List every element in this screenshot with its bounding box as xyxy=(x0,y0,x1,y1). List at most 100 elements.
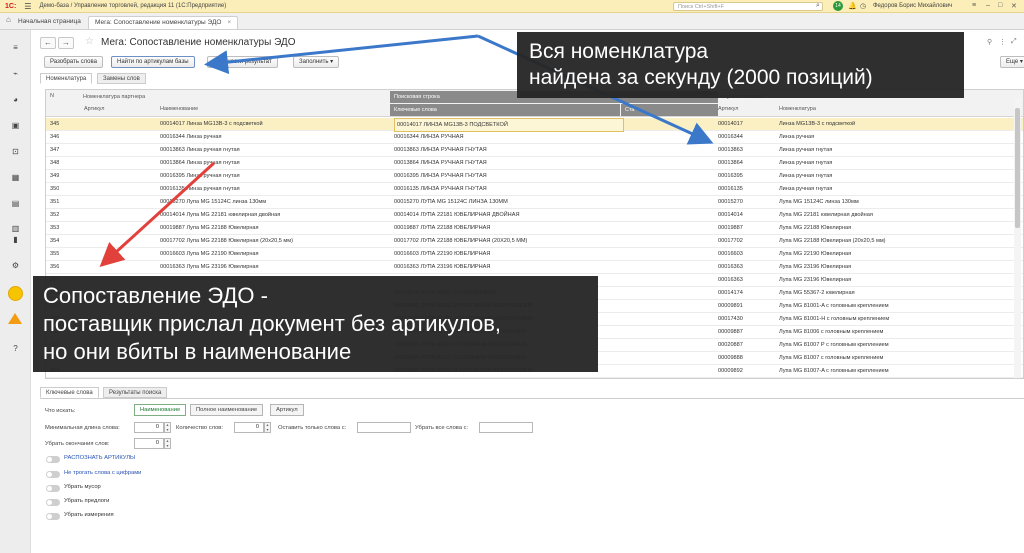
cell-article: 00016395 xyxy=(718,173,743,179)
remove-endings-input[interactable]: 0 xyxy=(134,438,164,449)
user-name[interactable]: Федоров Борис Михайлович xyxy=(873,3,952,9)
link-icon[interactable]: ⚲ xyxy=(987,38,992,46)
col-status-header[interactable]: Ста xyxy=(621,104,718,116)
bell-icon[interactable]: 🔔 xyxy=(848,2,857,10)
cell-article: 00017430 xyxy=(718,316,743,322)
col-keywords-header[interactable]: Ключевые слова xyxy=(390,104,620,116)
search-icon[interactable]: ⌕ xyxy=(816,2,820,10)
table-row[interactable]: 351 00015270 Лупа MG 15124C линза 130мм 00… xyxy=(46,196,1023,209)
min-word-length-stepper[interactable]: ▴ ▾ xyxy=(164,422,171,433)
tab-keywords[interactable]: Ключевые слова xyxy=(40,387,99,398)
yellow-circle-icon[interactable] xyxy=(8,286,23,301)
table-row[interactable]: 356 00016363 Лупа MG 23196 Ювелирная 00016… xyxy=(46,261,1023,274)
keep-digit-words-toggle[interactable] xyxy=(46,471,60,478)
table-row[interactable]: 347 00013863 Линза ручная гнутая 00013863 … xyxy=(46,144,1023,157)
remove-units-toggle[interactable] xyxy=(46,513,60,520)
col-result-article-header[interactable]: Артикул xyxy=(718,105,739,114)
cell-nomenclature: Лупа MG 15124C линза 130мм xyxy=(779,199,859,205)
global-search-input[interactable]: Поиск Ctrl+Shift+F xyxy=(673,2,823,11)
remove-all-words-input[interactable] xyxy=(479,422,533,433)
history-icon[interactable]: ◷ xyxy=(860,2,866,10)
table-row[interactable]: 346 00016344 Линза ручная 00016344 ЛИНЗА Р… xyxy=(46,131,1023,144)
remove-endings-stepper[interactable]: ▴ ▾ xyxy=(164,438,171,449)
table-row[interactable]: 345 00014017 Линза MG13B-3 с подсветкой 00… xyxy=(46,118,1023,132)
option-article[interactable]: Артикул xyxy=(270,404,304,416)
chart-icon[interactable]: ⌁ xyxy=(10,68,21,79)
close-window-icon[interactable]: ✕ xyxy=(1011,2,1017,10)
col-name-header[interactable]: Наименование xyxy=(160,105,198,114)
more-button[interactable]: Еще ▾ xyxy=(1000,56,1024,68)
settings-icon[interactable]: ≡ xyxy=(972,2,976,9)
split-words-button[interactable]: Разобрать слова xyxy=(44,56,103,68)
expand-icon[interactable]: ⤢ xyxy=(1011,38,1017,46)
keep-digit-words-label[interactable]: Не трогать слова с цифрами xyxy=(64,470,141,476)
star-icon[interactable]: ☆ xyxy=(85,36,94,47)
fill-button[interactable]: Заполнить ▾ xyxy=(293,56,340,68)
back-button[interactable]: ← xyxy=(40,37,56,49)
maximize-icon[interactable]: □ xyxy=(998,2,1002,9)
stack-icon[interactable]: ▥ xyxy=(10,223,21,234)
table-row[interactable]: 348 00013864 Линза ручная гнутая 00013864 … xyxy=(46,157,1023,170)
min-word-length-input[interactable]: 0 xyxy=(134,422,164,433)
scrollbar-thumb[interactable] xyxy=(1015,108,1020,228)
cell-article: 00013864 xyxy=(718,160,743,166)
transfer-result-button[interactable]: Перенести результат xyxy=(207,56,278,68)
close-icon[interactable]: × xyxy=(227,19,231,26)
cell-name: 00017702 Лупа MG 22188 Ювелирная (20х20,… xyxy=(160,238,293,244)
col-result-name-header[interactable]: Номенклатура xyxy=(779,105,816,114)
home-icon[interactable]: ⌂ xyxy=(6,15,11,24)
cart-icon[interactable]: ⊡ xyxy=(10,146,21,157)
more-vert-icon[interactable]: ⋮ xyxy=(999,38,1006,46)
remove-prepositions-toggle[interactable] xyxy=(46,499,60,506)
keep-only-words-input[interactable] xyxy=(357,422,411,433)
table-scrollbar[interactable] xyxy=(1014,98,1021,378)
table-row[interactable]: 355 00016603 Лупа MG 22190 Ювелирная 00016… xyxy=(46,248,1023,261)
find-by-articles-button[interactable]: Найти по артикулам базы xyxy=(111,56,195,68)
recognize-articles-label[interactable]: РАСПОЗНАТЬ АРТИКУЛЫ xyxy=(64,455,135,461)
cell-keywords: 00016603 ЛУПА 22190 ЮВЕЛИРНАЯ xyxy=(394,251,491,257)
table-row[interactable]: 352 00014014 Лупа MG 22181 ювелирная двой… xyxy=(46,209,1023,222)
forward-button[interactable]: → xyxy=(58,37,74,49)
tab-search-results[interactable]: Результаты поиска xyxy=(103,387,168,398)
cell-article: 00014174 xyxy=(718,290,743,296)
cell-article: 00014017 xyxy=(718,121,743,127)
table-row[interactable]: 353 00019887 Лупа MG 22188 Ювелирная 00019… xyxy=(46,222,1023,235)
cell-nomenclature: Линза ручная гнутая xyxy=(779,160,833,166)
grid-icon[interactable]: ▦ xyxy=(10,172,21,183)
help-icon[interactable]: ? xyxy=(10,343,21,354)
table-row[interactable]: 350 00016135 Линза ручная гнутая 00016135 … xyxy=(46,183,1023,196)
tab-home[interactable]: Начальная страница xyxy=(12,16,87,29)
tab-nomenclature[interactable]: Номенклатура xyxy=(40,73,93,84)
warning-icon[interactable] xyxy=(8,313,22,324)
cell-nomenclature: Лупа MG 81006 с головным креплением xyxy=(779,329,884,335)
cell-name: 00016363 Лупа MG 23196 Ювелирная xyxy=(160,264,259,270)
menu-icon[interactable]: ☰ xyxy=(24,2,31,11)
tab-word-replacements[interactable]: Замены слов xyxy=(97,73,146,84)
box-icon[interactable]: ▤ xyxy=(10,198,21,209)
tab-active[interactable]: Мега: Сопоставление номенклатуры ЭДО × xyxy=(88,16,239,29)
cell-n: 349 xyxy=(50,173,60,179)
table-row[interactable]: 349 00016395 Линза ручная гнутая 00016395 … xyxy=(46,170,1023,183)
table-row[interactable]: 354 00017702 Лупа MG 22188 Ювелирная (20х… xyxy=(46,235,1023,248)
cell-article: 00016363 xyxy=(718,264,743,270)
pie-icon[interactable]: ◕ xyxy=(10,94,21,105)
cell-name: 00014017 Линза MG13B-3 с подсветкой xyxy=(160,121,263,127)
option-name[interactable]: Наименование xyxy=(134,404,187,416)
col-n-header[interactable]: N xyxy=(50,92,54,101)
word-count-stepper[interactable]: ▴ ▾ xyxy=(264,422,271,433)
bag-icon[interactable]: ▣ xyxy=(10,120,21,131)
menu-icon[interactable]: ≡ xyxy=(10,42,21,53)
col-article-header[interactable]: Артикул xyxy=(84,105,105,114)
minimize-icon[interactable]: – xyxy=(986,2,990,9)
cell-nomenclature: Лупа MG 23196 Ювелирная xyxy=(779,264,852,270)
word-count-input[interactable]: 0 xyxy=(234,422,264,433)
gear-icon[interactable]: ⚙ xyxy=(10,260,21,271)
cell-name: 00016344 Линза ручная xyxy=(160,134,222,140)
bars-icon[interactable]: ▮ xyxy=(10,234,21,245)
option-full-name[interactable]: Полное наименование xyxy=(190,404,264,416)
divider xyxy=(40,398,1024,399)
notifications-badge[interactable]: 14 xyxy=(833,1,843,11)
cell-n: 356 xyxy=(50,264,60,270)
recognize-articles-toggle[interactable] xyxy=(46,456,60,463)
remove-garbage-toggle[interactable] xyxy=(46,485,60,492)
